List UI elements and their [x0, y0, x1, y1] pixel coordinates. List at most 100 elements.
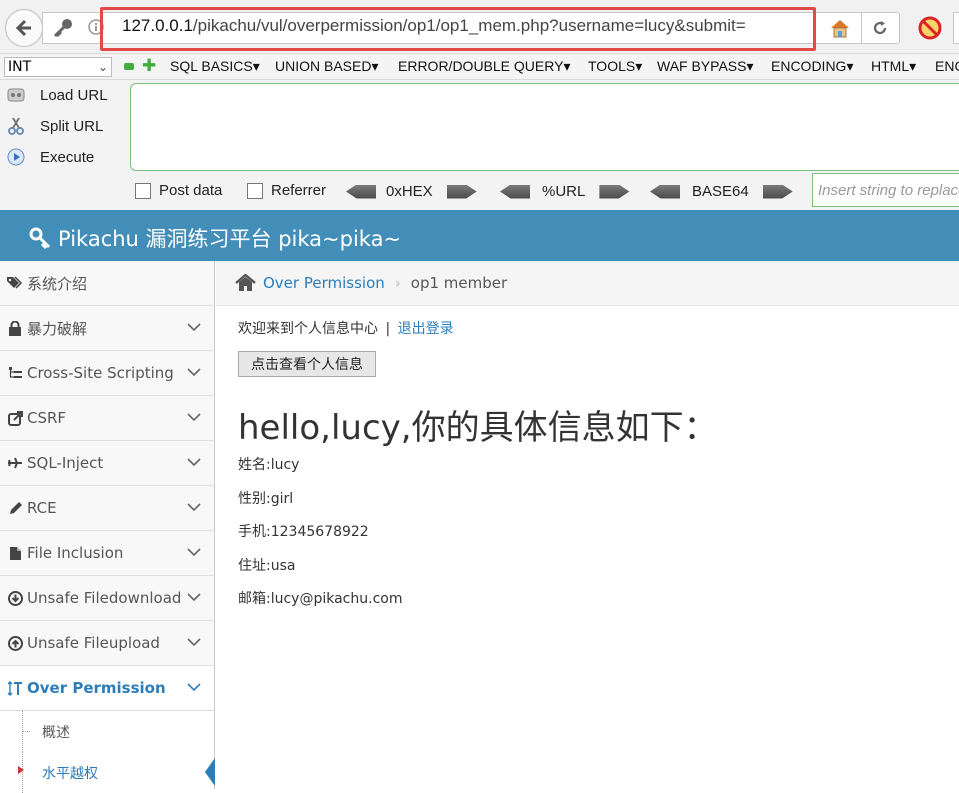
external-link-icon [7, 410, 23, 426]
sidebar-item-label: CSRF [27, 409, 67, 427]
block-icon[interactable] [918, 16, 942, 40]
mode-select[interactable]: INT ⌄ [4, 57, 112, 77]
greeting-heading: hello,lucy,你的具体信息如下： [238, 408, 718, 448]
site-header: Pikachu 漏洞练习平台 pika~pika~ [0, 210, 959, 261]
sitemap-icon [7, 365, 23, 381]
minus-icon[interactable] [124, 63, 134, 70]
base64-converter: BASE64 [650, 183, 793, 200]
mode-select-value: INT [8, 59, 32, 75]
key-icon [53, 19, 72, 38]
pencil-icon [7, 500, 23, 516]
menu-sql-basics[interactable]: SQL BASICS▾ [170, 58, 260, 75]
hex-decode-arrow-icon[interactable] [346, 184, 376, 199]
sidebar-item-label: Cross-Site Scripting [27, 364, 174, 382]
menu-label: ENCODING [771, 58, 847, 74]
sidebar: 系统介绍 暴力破解 Cross-Site Scripting CSRF SQL-… [0, 261, 215, 793]
logout-link[interactable]: 退出登录 [398, 321, 454, 337]
brand[interactable]: Pikachu 漏洞练习平台 pika~pika~ [28, 223, 401, 253]
breadcrumb-section-link[interactable]: Over Permission [263, 274, 385, 292]
menu-label: TOOLS [588, 58, 636, 74]
sidebar-item-label: Over Permission [27, 679, 166, 697]
replace-string-input[interactable]: Insert string to replace [812, 173, 959, 207]
sidebar-item-intro[interactable]: 系统介绍 [0, 261, 214, 306]
hackbar-menu-row: INT ⌄ ✚ SQL BASICS▾ UNION BASED▾ ERROR/DO… [0, 54, 959, 80]
menu-tools[interactable]: TOOLS▾ [588, 58, 642, 75]
hex-encode-arrow-icon[interactable] [446, 184, 477, 199]
hex-label: 0xHEX [386, 183, 433, 200]
sidebar-item-sql-inject[interactable]: SQL-Inject [0, 441, 214, 486]
url-converter: %URL [500, 183, 630, 200]
sidebar-item-file-inclusion[interactable]: File Inclusion [0, 531, 214, 576]
text-height-icon [7, 680, 23, 696]
sidebar-subitem-horizontal-overreach[interactable]: 水平越权 [0, 752, 215, 793]
download-icon [7, 590, 23, 606]
menu-label: HTML [871, 58, 910, 74]
url-divider [861, 12, 862, 44]
reload-icon[interactable] [871, 19, 889, 37]
hackbar-url-textarea[interactable] [130, 83, 959, 171]
menu-label: UNION BASED [275, 58, 372, 74]
execute-label: Execute [40, 148, 95, 166]
menu-enc[interactable]: ENC [935, 58, 959, 74]
split-url-label: Split URL [40, 117, 104, 135]
sidebar-subitem-overview[interactable]: 概述 [0, 711, 214, 752]
field-sex: 性别:girl [238, 491, 294, 507]
view-info-button[interactable]: 点击查看个人信息 [238, 351, 376, 377]
replace-placeholder: Insert string to replace [818, 182, 959, 199]
post-data-checkbox[interactable]: Post data [135, 182, 222, 199]
load-url-label: Load URL [40, 86, 108, 104]
active-pointer-icon [205, 758, 215, 786]
url-host: 127.0.0.1 [122, 16, 193, 35]
load-url-icon [6, 85, 26, 105]
split-url-button[interactable]: Split URL [6, 116, 103, 136]
referrer-checkbox[interactable]: Referrer [247, 182, 326, 199]
chevron-down-icon [187, 413, 201, 422]
url-encode-arrow-icon[interactable] [599, 184, 630, 199]
menu-label: WAF BYPASS [657, 58, 747, 74]
base64-label: BASE64 [692, 183, 749, 200]
welcome-text: 欢迎来到个人信息中心 [238, 321, 378, 337]
base64-decode-arrow-icon[interactable] [650, 184, 680, 199]
plus-icon[interactable]: ✚ [142, 56, 156, 76]
chevron-down-icon [187, 503, 201, 512]
sidebar-item-unsafe-filedownload[interactable]: Unsafe Filedownload [0, 576, 214, 621]
url-decode-arrow-icon[interactable] [500, 184, 530, 199]
execute-button[interactable]: Execute [6, 147, 94, 167]
tree-branch [22, 731, 30, 732]
plane-icon [7, 455, 23, 471]
chevron-down-icon [187, 368, 201, 377]
menu-encoding[interactable]: ENCODING▾ [771, 58, 853, 75]
post-data-label: Post data [159, 182, 223, 199]
sidebar-item-label: Unsafe Filedownload [27, 589, 182, 607]
checkbox-box [247, 182, 263, 199]
field-address: 住址:usa [238, 558, 296, 574]
menu-label: ERROR/DOUBLE QUERY [398, 58, 564, 74]
chevron-down-icon: ⌄ [97, 60, 108, 74]
sidebar-item-csrf[interactable]: CSRF [0, 396, 214, 441]
sidebar-item-over-permission[interactable]: Over Permission [0, 666, 214, 711]
field-email: 邮箱:lucy@pikachu.com [238, 591, 403, 607]
sidebar-item-brute-force[interactable]: 暴力破解 [0, 306, 214, 351]
tags-icon [7, 275, 23, 291]
browser-navigation-bar: 127.0.0.1/pikachu/vul/overpermission/op1… [0, 0, 959, 54]
field-phone: 手机:12345678922 [238, 524, 369, 540]
checkbox-box [135, 182, 151, 199]
url-text[interactable]: 127.0.0.1/pikachu/vul/overpermission/op1… [122, 16, 806, 36]
chevron-down-icon [187, 548, 201, 557]
back-arrow-icon [15, 19, 31, 37]
sidebar-item-label: Unsafe Fileupload [27, 634, 160, 652]
home-icon[interactable] [828, 16, 852, 40]
sidebar-item-label: 系统介绍 [27, 274, 88, 293]
menu-error-double-query[interactable]: ERROR/DOUBLE QUERY▾ [398, 58, 570, 75]
menu-html[interactable]: HTML▾ [871, 58, 916, 75]
sidebar-item-unsafe-fileupload[interactable]: Unsafe Fileupload [0, 621, 214, 666]
home-icon[interactable] [235, 274, 256, 292]
sidebar-item-rce[interactable]: RCE [0, 486, 214, 531]
load-url-button[interactable]: Load URL [6, 85, 108, 105]
chevron-down-icon [187, 593, 201, 602]
sidebar-item-xss[interactable]: Cross-Site Scripting [0, 351, 214, 396]
back-button[interactable] [5, 9, 43, 47]
menu-union-based[interactable]: UNION BASED▾ [275, 58, 379, 75]
base64-encode-arrow-icon[interactable] [762, 184, 793, 199]
menu-waf-bypass[interactable]: WAF BYPASS▾ [657, 58, 754, 75]
